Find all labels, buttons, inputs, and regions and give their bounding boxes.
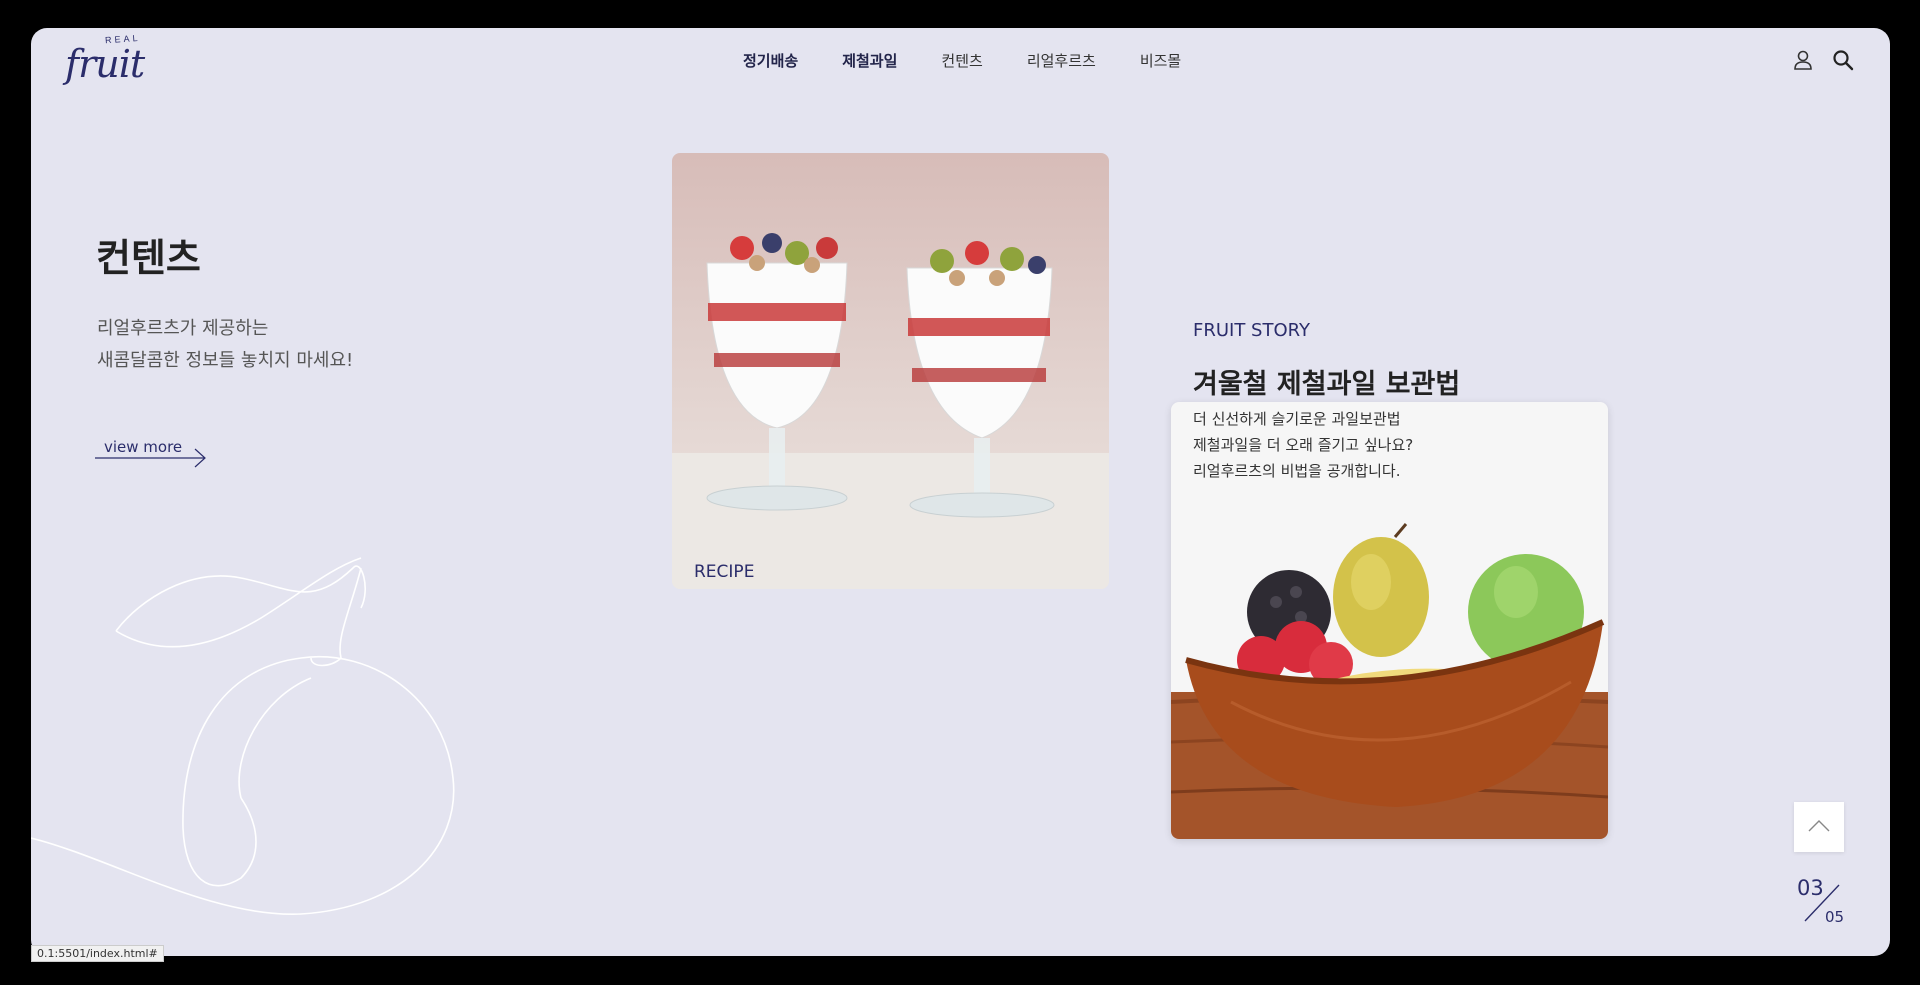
header-icons xyxy=(1792,49,1854,71)
page-frame: REAL fruit 정기배송 제철과일 컨텐츠 리얼후르츠 비즈몰 컨텐츠 리… xyxy=(31,28,1890,956)
description-line: 새콤달콤한 정보들 놓치지 마세요! xyxy=(97,350,354,371)
story-line: 제철과일을 더 오래 즐기고 싶나요? xyxy=(1193,436,1414,454)
section-title: 컨텐츠 xyxy=(96,236,201,280)
nav-item-subscription[interactable]: 정기배송 xyxy=(743,50,798,71)
story-line: 리얼후르츠의 비법을 공개합니다. xyxy=(1193,462,1401,480)
search-icon[interactable] xyxy=(1832,49,1854,71)
pager-total: 05 xyxy=(1825,908,1845,926)
arrow-right-icon xyxy=(95,448,206,468)
section-description: 리얼후르츠가 제공하는 새콤달콤한 정보들 놓치지 마세요! xyxy=(97,313,353,377)
view-more-link[interactable]: view more xyxy=(95,438,210,468)
user-icon[interactable] xyxy=(1792,49,1814,71)
story-kicker: FRUIT STORY xyxy=(1193,320,1310,341)
main-nav: 정기배송 제철과일 컨텐츠 리얼후르츠 비즈몰 xyxy=(743,50,1225,71)
logo-main-text: fruit xyxy=(65,42,145,86)
story-text: 더 신선하게 슬기로운 과일보관법 제철과일을 더 오래 즐기고 싶나요? 리얼… xyxy=(1193,406,1413,484)
story-title: 겨울철 제철과일 보관법 xyxy=(1193,369,1461,400)
recipe-card[interactable]: RECIPE xyxy=(672,153,1109,589)
chevron-up-icon xyxy=(1808,820,1830,832)
story-card[interactable]: 더 신선하게 슬기로운 과일보관법 제철과일을 더 오래 즐기고 싶나요? 리얼… xyxy=(1171,402,1608,839)
nav-item-bizmall[interactable]: 비즈몰 xyxy=(1140,50,1181,71)
logo[interactable]: REAL fruit xyxy=(65,32,165,98)
nav-item-seasonal-fruit[interactable]: 제철과일 xyxy=(842,50,897,71)
nav-item-contents[interactable]: 컨텐츠 xyxy=(941,50,982,71)
recipe-label: RECIPE xyxy=(694,562,755,582)
parfait-image xyxy=(672,153,1109,589)
peach-line-art xyxy=(31,557,455,915)
description-line: 리얼후르츠가 제공하는 xyxy=(97,318,269,339)
story-line: 더 신선하게 슬기로운 과일보관법 xyxy=(1193,410,1401,428)
scroll-top-button[interactable] xyxy=(1794,802,1844,852)
status-bar-url: 0.1:5501/index.html# xyxy=(31,945,164,962)
nav-item-realfruits[interactable]: 리얼후르츠 xyxy=(1027,50,1096,71)
